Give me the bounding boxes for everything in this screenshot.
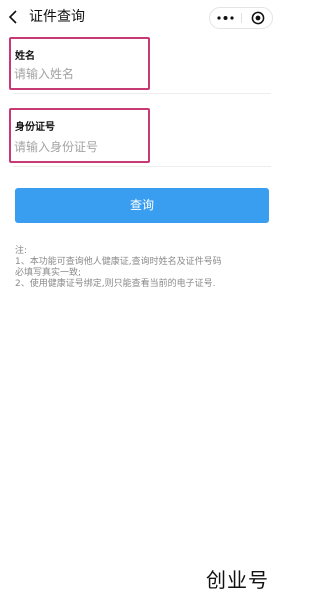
notes-line: 2、使用健康证号绑定,则只能查看当前的电子证号. — [15, 279, 216, 289]
name-input[interactable] — [14, 66, 144, 82]
watermark: 创业号 — [206, 568, 269, 592]
notes-heading: 注: — [15, 246, 28, 256]
page: 证件查询 姓名 身份证号 查询 — [0, 0, 284, 600]
query-button[interactable]: 查询 — [15, 188, 269, 223]
divider — [13, 166, 271, 167]
more-button[interactable] — [210, 8, 241, 28]
notes-line: 必填写真实一致; — [15, 268, 82, 278]
id-number-input[interactable] — [14, 139, 144, 155]
name-label: 姓名 — [15, 51, 35, 62]
header-bar: 证件查询 — [0, 0, 284, 36]
page-title: 证件查询 — [29, 9, 85, 25]
id-field-group: 身份证号 — [9, 108, 150, 163]
back-button[interactable] — [5, 8, 23, 26]
target-circle-icon — [251, 11, 265, 25]
mini-program-capsule — [209, 7, 273, 29]
name-field-group: 姓名 — [9, 37, 150, 90]
chevron-left-icon — [8, 10, 17, 24]
notes-line: 1、本功能可查询他人健康证,查询时姓名及证件号码 — [15, 257, 222, 267]
id-number-label: 身份证号 — [15, 122, 55, 133]
more-dots-icon — [217, 16, 234, 20]
notes-section: 注: 1、本功能可查询他人健康证,查询时姓名及证件号码 必填写真实一致; 2、使… — [15, 246, 275, 290]
divider — [13, 93, 271, 94]
close-button[interactable] — [242, 8, 273, 28]
